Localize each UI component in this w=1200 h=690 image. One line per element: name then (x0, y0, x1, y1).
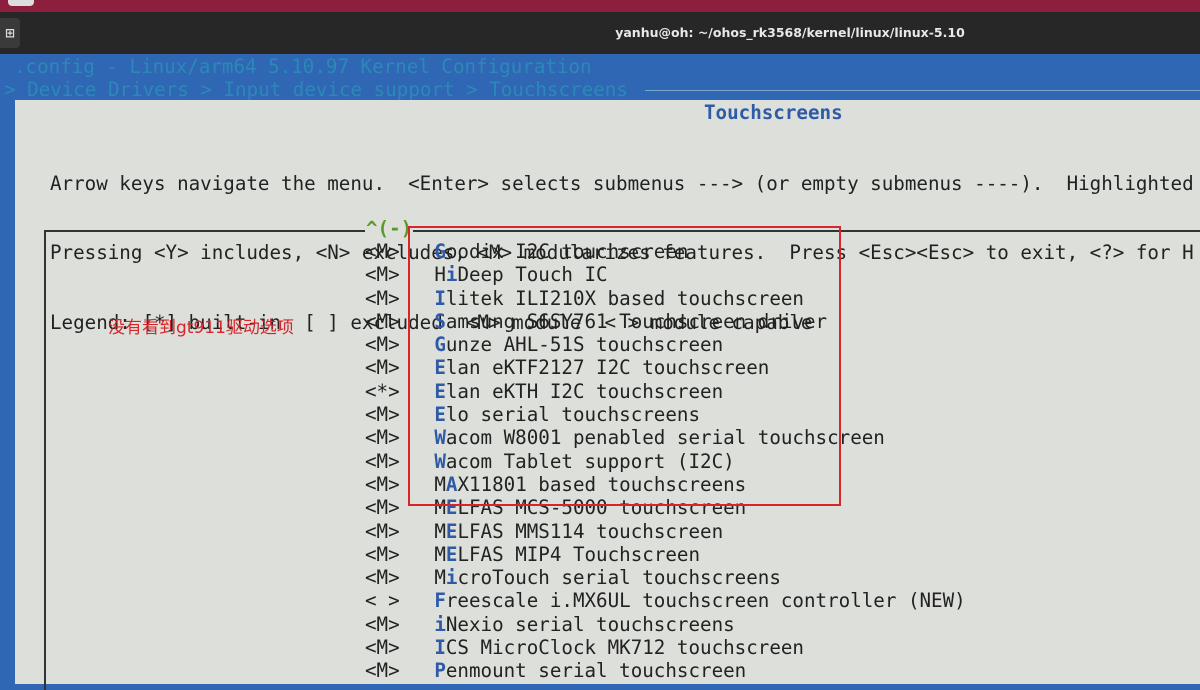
item-state: <M> (365, 612, 435, 636)
item-label: ICS MicroClock MK712 touchscreen (434, 636, 804, 660)
menu-item[interactable]: <M> MicroTouch serial touchscreens (365, 566, 966, 589)
item-state: <M> (365, 519, 435, 543)
config-title: .config - Linux/arm64 5.10.97 Kernel Con… (14, 55, 592, 78)
item-label: Penmount serial touchscreen (434, 659, 747, 683)
hotkey-letter: F (434, 589, 446, 613)
item-label: MELFAS MIP4 Touchscreen (434, 542, 701, 566)
terminal-titlebar: ⊞ yanhu@oh: ~/ohos_rk3568/kernel/linux/l… (0, 12, 1200, 54)
item-state: <M> (365, 659, 435, 683)
divider (645, 90, 1200, 91)
hotkey-letter: i (434, 612, 446, 636)
menu-item[interactable]: <M> iNexio serial touchscreens (365, 613, 966, 636)
hotkey-letter: E (445, 519, 458, 543)
annotation-box (408, 226, 841, 506)
scroll-indicator: ^(-) (365, 217, 414, 241)
item-state: <M> (365, 636, 435, 660)
window-title: yanhu@oh: ~/ohos_rk3568/kernel/linux/lin… (615, 25, 965, 40)
item-state: <M> (365, 542, 435, 566)
tab-stub (8, 0, 34, 6)
menu-item[interactable]: <M> MELFAS MMS114 touchscreen (365, 520, 966, 543)
help-line: Arrow keys navigate the menu. <Enter> se… (50, 171, 1194, 195)
menu-item[interactable]: <M> Penmount serial touchscreen (365, 659, 966, 682)
item-label: iNexio serial touchscreens (434, 612, 735, 636)
panel-title: Touchscreens (704, 101, 843, 124)
menu-item[interactable]: <M> ICS MicroClock MK712 touchscreen (365, 636, 966, 659)
breadcrumb: > Device Drivers > Input device support … (4, 78, 628, 101)
desktop-top-strip (0, 0, 1200, 12)
item-label: MELFAS MMS114 touchscreen (434, 519, 724, 543)
item-label: MicroTouch serial touchscreens (434, 566, 781, 590)
hotkey-letter: i (445, 566, 458, 590)
menu-item[interactable]: < > Freescale i.MX6UL touchscreen contro… (365, 589, 966, 612)
hotkey-letter: I (434, 636, 446, 660)
item-state: < > (365, 589, 435, 613)
annotation-note: 没有看到gt911驱动选项 (108, 318, 294, 338)
menu-item[interactable]: <M> MELFAS MIP4 Touchscreen (365, 543, 966, 566)
hotkey-letter: P (434, 659, 446, 683)
hotkey-letter: E (445, 542, 458, 566)
item-label: Freescale i.MX6UL touchscreen controller… (434, 589, 966, 613)
item-state: <M> (365, 566, 435, 590)
